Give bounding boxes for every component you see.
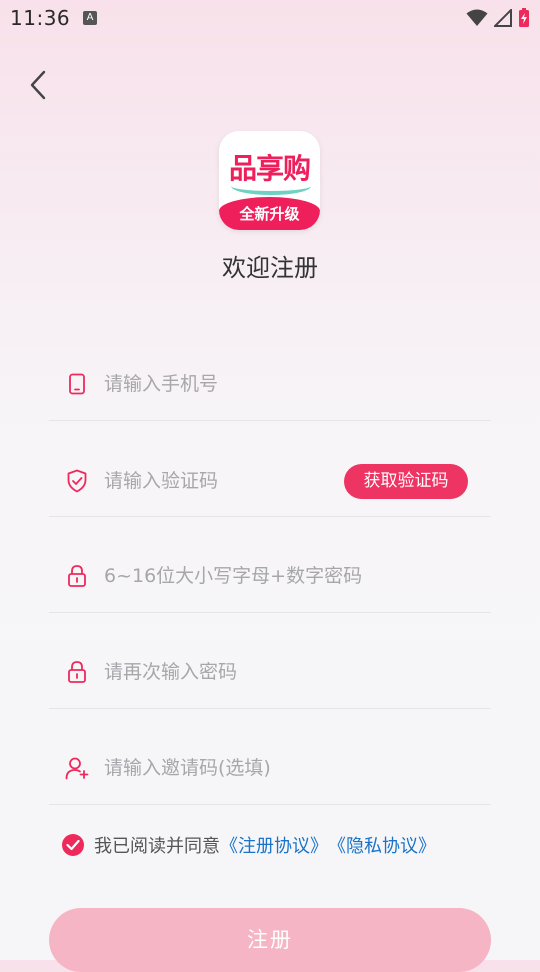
wifi-icon [466, 9, 488, 26]
lock-icon [65, 660, 89, 684]
shield-check-icon [65, 469, 89, 493]
code-field: 获取验证码 [49, 420, 491, 517]
back-button[interactable] [24, 68, 52, 102]
app-logo: 品享购 全新升级 [219, 131, 320, 230]
phone-icon [65, 372, 89, 396]
status-bar: 11:36 A [0, 0, 540, 36]
status-time: 11:36 [10, 6, 71, 30]
agreement-row: 我已阅读并同意 《注册协议》 《隐私协议》 [62, 831, 436, 859]
register-button[interactable]: 注册 [49, 908, 491, 972]
chevron-left-icon [30, 70, 46, 100]
logo-swoosh [231, 177, 311, 195]
confirm-password-input[interactable] [104, 657, 364, 687]
page-title: 欢迎注册 [222, 254, 318, 282]
check-icon [66, 839, 80, 851]
notification-icon: A [83, 11, 97, 25]
logo-badge: 全新升级 [219, 197, 320, 230]
confirm-password-field [49, 612, 491, 709]
get-code-button[interactable]: 获取验证码 [344, 464, 468, 499]
battery-icon [519, 8, 529, 27]
register-agreement-link[interactable]: 《注册协议》 [220, 832, 328, 858]
user-add-icon [65, 756, 89, 780]
lock-icon [65, 564, 89, 588]
phone-input[interactable] [104, 369, 364, 399]
agreement-checkbox[interactable] [62, 834, 84, 856]
status-icons [466, 8, 530, 28]
invite-field [49, 708, 491, 805]
password-input[interactable] [104, 561, 364, 591]
invite-input[interactable] [104, 753, 364, 783]
phone-field [49, 324, 491, 421]
signal-icon [494, 9, 512, 27]
password-field [49, 516, 491, 613]
agreement-text: 我已阅读并同意 [94, 836, 220, 857]
code-input[interactable] [104, 466, 324, 496]
privacy-agreement-link[interactable]: 《隐私协议》 [328, 832, 436, 858]
